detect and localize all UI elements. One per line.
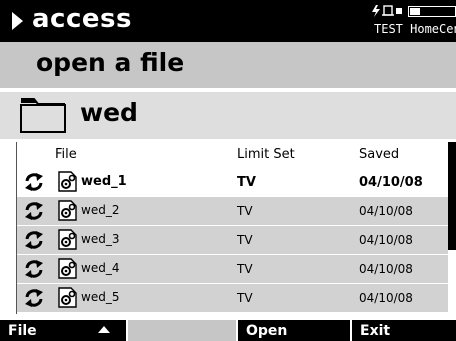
current-folder-bar[interactable]: wed	[0, 92, 456, 139]
open-button-label: Open	[246, 323, 288, 339]
battery-icon	[408, 6, 456, 17]
sync-arrows-icon	[23, 259, 45, 279]
file-name: wed_3	[81, 232, 120, 246]
file-gear-icon	[57, 200, 78, 221]
exit-button[interactable]: Exit	[352, 320, 456, 341]
file-name: wed_5	[81, 290, 120, 304]
table-row[interactable]: wed_5 TV 04/10/08	[17, 284, 448, 312]
screen-subtitle: open a file	[36, 48, 185, 77]
saved-date: 04/10/08	[359, 291, 413, 305]
table-row[interactable]: wed_3 TV 04/10/08	[17, 226, 448, 254]
column-header-file[interactable]: File	[55, 147, 77, 162]
screen-subtitle-bar: open a file	[0, 42, 456, 88]
limit-set-value: TV	[237, 175, 256, 190]
file-gear-icon	[57, 171, 78, 192]
app-title: access	[32, 4, 132, 34]
column-header-saved[interactable]: Saved	[359, 147, 399, 162]
sync-arrows-icon	[23, 230, 45, 250]
file-name: wed_4	[81, 261, 120, 275]
sync-arrows-icon	[23, 201, 45, 221]
sync-arrows-icon	[23, 288, 45, 308]
file-table: File Limit Set Saved wed_1 TV 04/10/08 wed_…	[16, 142, 448, 314]
file-name: wed_1	[81, 174, 127, 189]
title-bar: access TEST HomeCen	[0, 0, 456, 42]
saved-date: 04/10/08	[359, 175, 423, 190]
file-softkey-label: File	[8, 323, 37, 339]
file-softkey[interactable]: File	[0, 320, 126, 341]
limit-set-value: TV	[237, 291, 253, 305]
saved-date: 04/10/08	[359, 262, 413, 276]
scrollbar-thumb[interactable]	[448, 142, 456, 250]
saved-date: 04/10/08	[359, 204, 413, 218]
limit-set-value: TV	[237, 262, 253, 276]
arrow-up-icon	[98, 326, 110, 333]
table-header: File Limit Set Saved	[17, 142, 448, 168]
blank-softkey[interactable]	[128, 320, 236, 341]
limit-set-value: TV	[237, 204, 253, 218]
file-gear-icon	[57, 287, 78, 308]
menu-arrow-icon	[12, 12, 23, 30]
sync-arrows-icon	[23, 172, 45, 192]
folder-name: wed	[80, 98, 138, 127]
file-gear-icon	[57, 258, 78, 279]
table-row[interactable]: wed_2 TV 04/10/08	[17, 197, 448, 225]
device-name: TEST HomeCen	[374, 22, 456, 36]
exit-button-label: Exit	[360, 323, 391, 339]
limit-set-value: TV	[237, 233, 253, 247]
table-row[interactable]: wed_4 TV 04/10/08	[17, 255, 448, 283]
column-header-limit-set[interactable]: Limit Set	[237, 147, 295, 162]
softkey-bar: File Open Exit	[0, 320, 456, 341]
file-gear-icon	[57, 229, 78, 250]
table-row[interactable]: wed_1 TV 04/10/08	[17, 168, 448, 196]
saved-date: 04/10/08	[359, 233, 413, 247]
folder-icon	[20, 98, 66, 133]
open-button[interactable]: Open	[238, 320, 350, 341]
file-name: wed_2	[81, 203, 120, 217]
